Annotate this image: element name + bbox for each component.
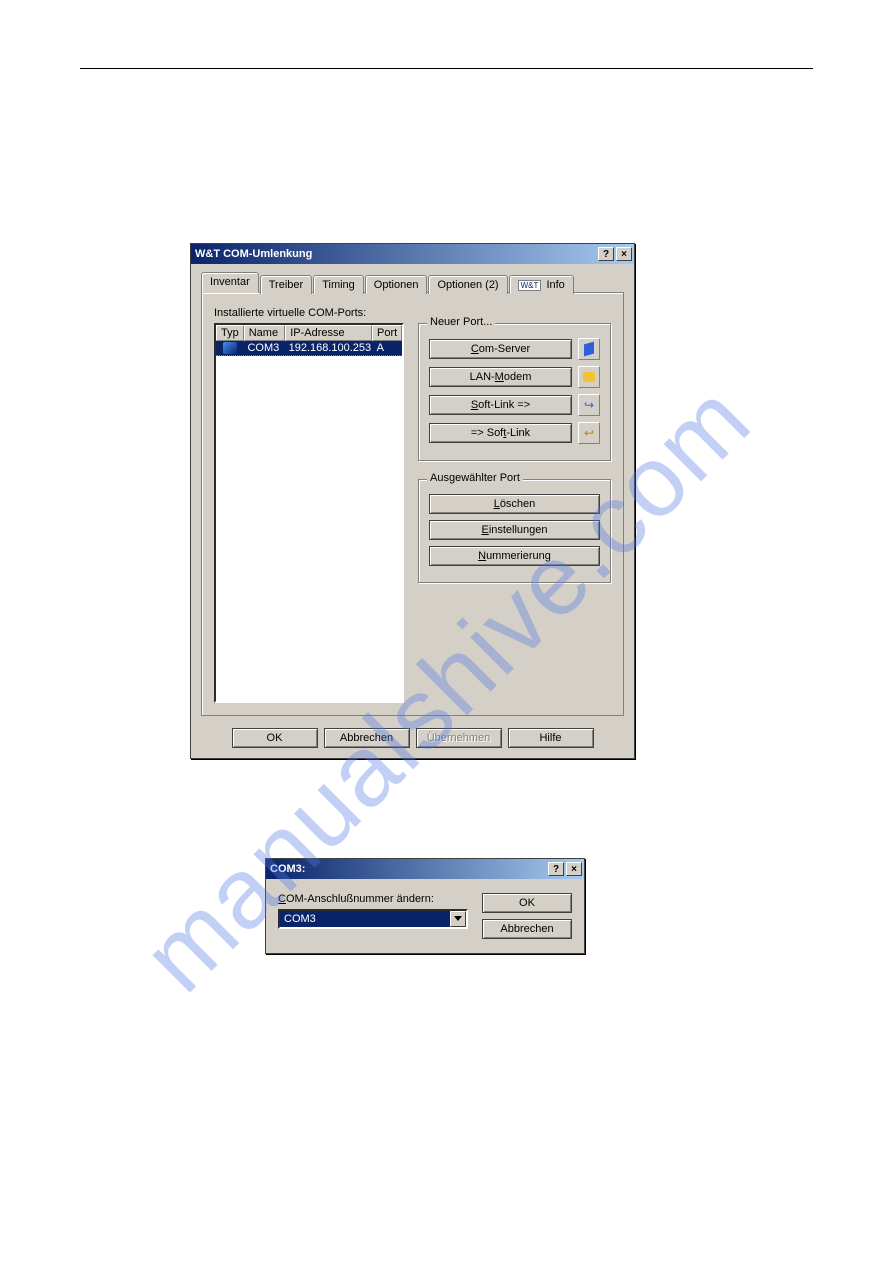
- com-server-button[interactable]: Com-Server: [429, 339, 572, 359]
- com-server-icon: [578, 338, 600, 360]
- main-dialog: W&T COM-Umlenkung ? × Inventar Treiber T…: [190, 243, 635, 759]
- com-server-label: om-Server: [479, 343, 530, 355]
- tab-panel-inventar: Installierte virtuelle COM-Ports: Typ Na…: [201, 292, 624, 716]
- com-number-select[interactable]: COM3: [278, 909, 468, 929]
- tab-timing[interactable]: Timing: [313, 275, 364, 294]
- tab-info[interactable]: W&T Info: [509, 275, 574, 294]
- help-dialog-button[interactable]: Hilfe: [508, 728, 594, 748]
- selected-port-legend: Ausgewählter Port: [427, 472, 523, 484]
- ok-button[interactable]: OK: [232, 728, 318, 748]
- page-divider: [80, 68, 813, 69]
- cancel-button[interactable]: Abbrechen: [324, 728, 410, 748]
- info-badge-icon: W&T: [518, 280, 542, 291]
- com-number-value: COM3: [280, 913, 450, 925]
- numbering-button[interactable]: Nummerierung: [429, 546, 600, 566]
- tab-info-label: Info: [546, 279, 564, 291]
- col-name[interactable]: Name: [244, 325, 286, 341]
- apply-button[interactable]: Übernehmen: [416, 728, 502, 748]
- comserver-icon: [223, 342, 237, 354]
- lan-modem-icon: [578, 366, 600, 388]
- dropdown-arrow-icon[interactable]: [450, 911, 466, 927]
- rename-ok-button[interactable]: OK: [482, 893, 572, 913]
- rename-dialog: COM3: ? × COM-Anschlußnummer ändern: COM…: [265, 858, 585, 954]
- installed-ports-label: Installierte virtuelle COM-Ports:: [214, 307, 611, 319]
- dialog-button-row: OK Abbrechen Übernehmen Hilfe: [201, 728, 624, 748]
- tab-treiber[interactable]: Treiber: [260, 275, 312, 294]
- new-port-group: Neuer Port... Com-Server LAN-Modem Soft-…: [418, 323, 611, 461]
- list-row[interactable]: COM3 192.168.100.253 A: [216, 341, 402, 356]
- softlink-in-button[interactable]: => Soft-Link: [429, 423, 572, 443]
- delete-button[interactable]: Löschen: [429, 494, 600, 514]
- tab-inventar[interactable]: Inventar: [201, 272, 259, 293]
- close-button[interactable]: ×: [616, 247, 632, 261]
- softlink-out-button[interactable]: Soft-Link =>: [429, 395, 572, 415]
- lan-modem-button[interactable]: LAN-Modem: [429, 367, 572, 387]
- rename-close-button[interactable]: ×: [566, 862, 582, 876]
- new-port-legend: Neuer Port...: [427, 316, 495, 328]
- selected-port-group: Ausgewählter Port Löschen Einstellungen …: [418, 479, 611, 583]
- rename-cancel-button[interactable]: Abbrechen: [482, 919, 572, 939]
- rename-help-button[interactable]: ?: [548, 862, 564, 876]
- tab-strip: Inventar Treiber Timing Optionen Optione…: [201, 272, 624, 293]
- dialog-title: W&T COM-Umlenkung: [195, 248, 596, 260]
- tab-optionen[interactable]: Optionen: [365, 275, 428, 294]
- row-ip: 192.168.100.253: [285, 341, 373, 355]
- softlink-out-icon: ↪: [578, 394, 600, 416]
- row-name: COM3: [243, 341, 284, 355]
- titlebar: W&T COM-Umlenkung ? ×: [191, 244, 634, 264]
- list-header: Typ Name IP-Adresse Port: [216, 325, 402, 341]
- row-port: A: [373, 341, 402, 355]
- col-port[interactable]: Port: [372, 325, 402, 341]
- softlink-in-icon: ↩: [578, 422, 600, 444]
- settings-button[interactable]: Einstellungen: [429, 520, 600, 540]
- rename-titlebar: COM3: ? ×: [266, 859, 584, 879]
- col-typ[interactable]: Typ: [216, 325, 244, 341]
- row-type-icon: [216, 341, 243, 355]
- col-ip[interactable]: IP-Adresse: [285, 325, 372, 341]
- tab-optionen2[interactable]: Optionen (2): [428, 275, 507, 294]
- rename-label: COM-Anschlußnummer ändern:: [278, 893, 468, 905]
- rename-title: COM3:: [270, 863, 546, 875]
- help-button[interactable]: ?: [598, 247, 614, 261]
- com-ports-list[interactable]: Typ Name IP-Adresse Port COM3 192.168.10…: [214, 323, 404, 703]
